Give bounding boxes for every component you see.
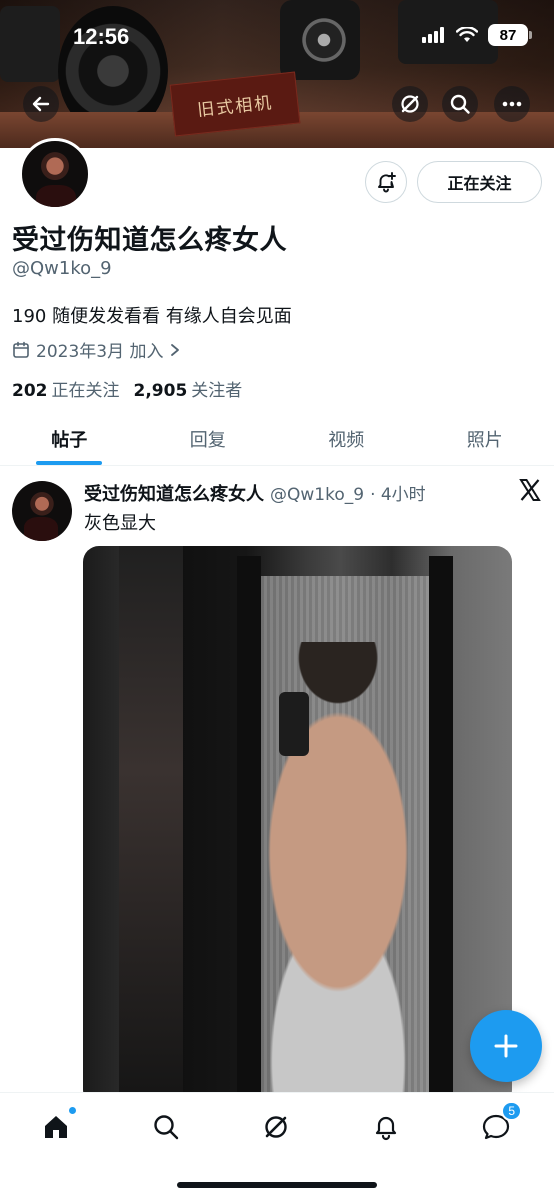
profile-stats: 202 正在关注 2,905 关注者 [12,376,242,401]
tab-photos[interactable]: 照片 [416,412,554,465]
grok-button[interactable] [392,86,428,122]
messages-badge: 5 [501,1101,522,1121]
profile-tabs: 帖子 回复 视频 照片 [0,412,554,466]
home-unread-dot [69,1107,76,1114]
more-icon [502,101,522,107]
profile-bio: 190 随便发发看看 有缘人自会见面 [12,306,292,327]
grok-icon [401,95,419,113]
calendar-icon [13,341,29,358]
post-avatar[interactable] [12,481,72,541]
post-time: · 4小时 [370,485,426,505]
followers-label: 关注者 [191,381,243,401]
grok-icon [265,1116,287,1138]
following-stat[interactable]: 202 正在关注 [12,376,120,401]
tab-replies[interactable]: 回复 [139,412,278,465]
home-indicator[interactable] [177,1182,377,1188]
profile-handle: @Qw1ko_9 [12,258,112,279]
followers-stat[interactable]: 2,905 关注者 [134,376,243,401]
plus-icon [494,1034,518,1058]
nav-home[interactable] [28,1107,84,1147]
profile-banner[interactable]: 旧式相机 [0,0,554,148]
wifi-icon [456,27,478,42]
home-icon [45,1116,67,1138]
signal-icon [422,27,444,43]
media-mirror [119,546,183,1106]
banner-camera [0,6,60,82]
banner-camera [280,0,360,80]
search-icon [450,94,470,114]
post-handle[interactable]: @Qw1ko_9 [270,485,364,505]
status-icons: 87 [422,24,532,46]
notify-button[interactable] [365,161,407,203]
following-button[interactable]: 正在关注 [417,161,542,203]
joined-text: 2023年3月 加入 [36,342,164,362]
back-button[interactable] [23,86,59,122]
profile-display-name: 受过伤知道怎么疼女人 [12,225,287,256]
profile-joined[interactable]: 2023年3月 加入 [12,337,181,362]
arrow-left-icon [32,96,50,112]
battery-indicator: 87 [488,24,532,46]
post-author[interactable]: 受过伤知道怎么疼女人 [84,480,264,506]
nav-messages[interactable]: 5 [468,1101,524,1147]
bell-plus-icon [378,172,396,193]
post-header: 受过伤知道怎么疼女人 @Qw1ko_9 · 4小时 [84,480,426,506]
media-figure [243,642,433,1106]
nav-search[interactable] [138,1107,194,1147]
status-time: 12:56 [73,24,130,49]
tab-videos[interactable]: 视频 [277,412,416,465]
bell-icon [375,1116,397,1141]
post-media[interactable] [83,546,512,1106]
profile-avatar[interactable] [19,138,91,210]
media-phone [279,692,309,756]
post-text: 灰色显大 [84,513,156,534]
chevron-right-icon [171,343,180,356]
search-icon [154,1115,179,1140]
compose-button[interactable] [470,1010,542,1082]
more-button[interactable] [494,86,530,122]
following-count: 202 [12,381,48,401]
followers-count: 2,905 [133,381,188,401]
search-button[interactable] [442,86,478,122]
x-logo-icon [519,479,541,501]
following-label: 正在关注 [51,381,120,401]
nav-notifications[interactable] [358,1107,414,1147]
tab-posts[interactable]: 帖子 [0,412,139,465]
nav-grok[interactable] [248,1107,304,1147]
